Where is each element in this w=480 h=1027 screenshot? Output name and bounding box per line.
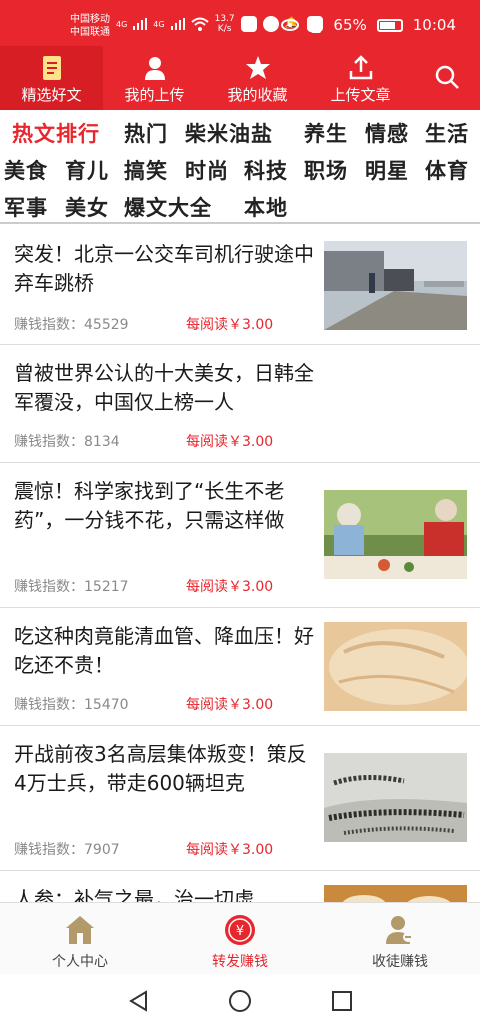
category-viral[interactable]: 爆文大全 [124, 192, 212, 222]
svg-text:¥: ¥ [236, 924, 244, 939]
nav-label: 个人中心 [52, 954, 108, 970]
list-item[interactable]: 曾被世界公认的十大美女，日韩全军覆没，中国仅上榜一人 赚钱指数：8134 每阅读… [0, 345, 480, 463]
tab-label: 我的上传 [124, 86, 185, 104]
reward-per-read: 每阅读￥3.00 [186, 434, 274, 450]
reward-per-read: 每阅读￥3.00 [186, 317, 274, 333]
category-grid: 热文排行 热门 柴米油盐 养生 情感 生活 美食 育儿 搞笑 时尚 科技 职场 … [0, 110, 480, 224]
carrier-2: 中国联通 [70, 27, 110, 38]
reward-per-read: 每阅读￥3.00 [186, 697, 274, 713]
category-emotion[interactable]: 情感 [365, 118, 409, 148]
tab-featured[interactable]: 精选好文 [0, 46, 103, 110]
star-icon [245, 56, 270, 79]
category-lifestyle[interactable]: 生活 [425, 118, 469, 148]
list-item[interactable]: 吃这种肉竟能清血管、降血压！好吃还不贵！ 赚钱指数：15470 每阅读￥3.00 [0, 608, 480, 726]
article-thumbnail [324, 622, 467, 711]
category-hot-ranking[interactable]: 热文排行 [12, 118, 100, 148]
vibrate-icon [311, 17, 322, 33]
article-thumbnail [324, 885, 467, 902]
list-item[interactable]: 震惊！科学家找到了“长生不老药”，一分钱不花，只需这样做 赚钱指数：15217 … [0, 463, 480, 608]
net-type-1: 4G [116, 19, 128, 29]
earning-index: 赚钱指数：8134 [14, 434, 120, 450]
system-nav-bar [0, 974, 480, 1027]
list-item[interactable]: 开战前夜3名高层集体叛变！策反4万士兵，带走600辆坦克 赚钱指数：7907 每… [0, 726, 480, 871]
nav-share-earn[interactable]: ¥ 转发赚钱 [160, 903, 320, 975]
category-sports[interactable]: 体育 [425, 155, 469, 185]
earning-index: 赚钱指数：7907 [14, 842, 120, 858]
net-type-2: 4G [153, 19, 165, 29]
battery-icon [376, 18, 403, 32]
earning-index: 赚钱指数：45529 [14, 317, 129, 333]
article-thumbnail [324, 490, 467, 579]
nav-recruit-earn[interactable]: 收徒赚钱 [320, 903, 480, 975]
category-military[interactable]: 军事 [4, 192, 48, 222]
document-icon [42, 56, 61, 80]
carrier-info: 中国移动 中国联通 [70, 13, 110, 39]
eye-icon [281, 19, 300, 31]
tab-upload-article[interactable]: 上传文章 [309, 46, 412, 110]
app-notification-icon-2 [262, 16, 279, 32]
category-career[interactable]: 职场 [304, 155, 348, 185]
carrier-1: 中国移动 [70, 14, 110, 25]
article-title: 曾被世界公认的十大美女，日韩全军覆没，中国仅上榜一人 [14, 361, 314, 414]
category-health[interactable]: 养生 [304, 118, 348, 148]
yuan-coin-icon: ¥ [225, 915, 255, 945]
upload-icon [349, 55, 372, 80]
status-bar: 中国移动 中国联通 4G 4G 13.7 K/s 🔔 65% 10:04 [0, 0, 480, 46]
list-item[interactable]: 人参：补气之最，治一切虚 [0, 871, 480, 902]
category-local[interactable]: 本地 [244, 192, 288, 222]
list-item[interactable]: 突发！北京一公交车司机行驶途中弃车跳桥 赚钱指数：45529 每阅读￥3.00 [0, 226, 480, 345]
article-title: 吃这种肉竟能清血管、降血压！好吃还不贵！ [14, 624, 314, 677]
article-title: 震惊！科学家找到了“长生不老药”，一分钱不花，只需这样做 [14, 479, 285, 532]
user-add-icon [386, 916, 413, 944]
back-icon[interactable] [127, 989, 151, 1013]
reward-per-read: 每阅读￥3.00 [186, 842, 274, 858]
bottom-nav: 个人中心 ¥ 转发赚钱 收徒赚钱 [0, 902, 480, 974]
category-daily-life[interactable]: 柴米油盐 [185, 118, 273, 148]
article-list: 突发！北京一公交车司机行驶途中弃车跳桥 赚钱指数：45529 每阅读￥3.00 … [0, 226, 480, 902]
category-beauty[interactable]: 美女 [65, 192, 109, 222]
recents-icon[interactable] [330, 989, 354, 1013]
article-thumbnail [324, 241, 467, 330]
category-celebrity[interactable]: 明星 [365, 155, 409, 185]
signal-icon [133, 18, 148, 30]
category-hot[interactable]: 热门 [124, 118, 168, 148]
article-title: 开战前夜3名高层集体叛变！策反4万士兵，带走600辆坦克 [14, 742, 307, 795]
tab-my-uploads[interactable]: 我的上传 [103, 46, 206, 110]
top-tab-bar: 精选好文 我的上传 我的收藏 上传文章 [0, 46, 480, 110]
article-thumbnail [324, 753, 467, 842]
earning-index: 赚钱指数：15470 [14, 697, 129, 713]
article-title: 突发！北京一公交车司机行驶途中弃车跳桥 [14, 242, 314, 295]
battery-percent: 65% [333, 16, 367, 34]
person-icon [144, 57, 165, 80]
tab-label: 上传文章 [330, 86, 391, 104]
nav-label: 转发赚钱 [212, 954, 268, 970]
net-speed: 13.7 K/s [214, 14, 235, 34]
reward-per-read: 每阅读￥3.00 [186, 579, 274, 595]
status-right: 65% 10:04 [281, 16, 456, 34]
article-title: 人参：补气之最，治一切虚 [14, 887, 254, 902]
tab-label: 我的收藏 [227, 86, 288, 104]
earning-index: 赚钱指数：15217 [14, 579, 129, 595]
clock: 10:04 [412, 16, 456, 34]
category-parenting[interactable]: 育儿 [65, 155, 109, 185]
app-notification-icon [240, 16, 257, 32]
category-fashion[interactable]: 时尚 [185, 155, 229, 185]
nav-label: 收徒赚钱 [372, 954, 428, 970]
nav-personal-center[interactable]: 个人中心 [0, 903, 160, 975]
category-tech[interactable]: 科技 [244, 155, 288, 185]
wifi-icon [190, 17, 209, 31]
home-icon [66, 916, 94, 944]
tab-favorites[interactable]: 我的收藏 [206, 46, 309, 110]
category-funny[interactable]: 搞笑 [124, 155, 168, 185]
home-circle-icon[interactable] [228, 989, 252, 1013]
search-icon[interactable] [434, 64, 460, 90]
tab-label: 精选好文 [21, 86, 82, 104]
category-food[interactable]: 美食 [4, 155, 48, 185]
signal-icon-2 [170, 18, 185, 30]
